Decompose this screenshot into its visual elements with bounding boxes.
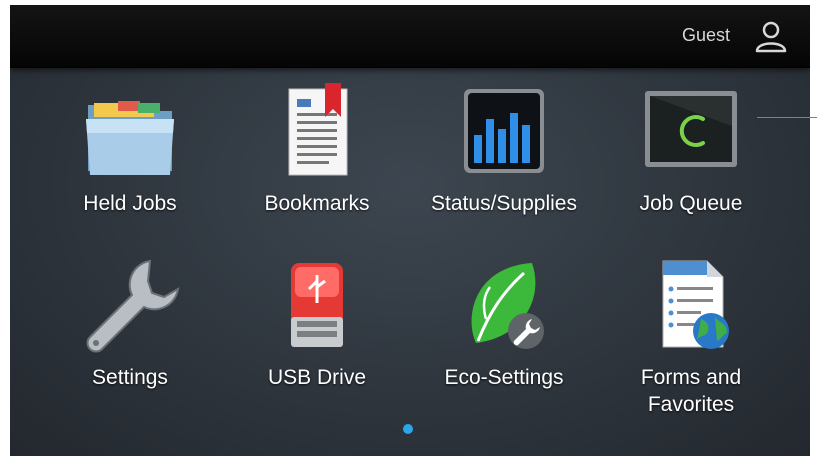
app-settings[interactable]: Settings [45,257,215,417]
app-label: Job Queue [639,192,743,215]
app-label: Held Jobs [83,192,177,215]
job-queue-monitor-icon [645,91,737,167]
callout-line [757,117,817,118]
app-job-queue[interactable]: Job Queue [606,83,776,243]
app-eco-settings[interactable]: Eco-Settings [419,257,589,417]
app-status-supplies[interactable]: Status/Supplies [419,83,589,243]
bookmark-document-icon [288,83,348,176]
user-icon[interactable] [754,19,788,53]
app-usb-drive[interactable]: USB Drive [232,257,402,417]
app-label-line-2: Favorites [647,393,735,416]
bar-chart-icon [464,89,544,173]
app-label: USB Drive [267,366,367,389]
app-label-line-1: Forms and [640,366,742,389]
app-bookmarks[interactable]: Bookmarks [232,83,402,243]
leaf-wrench-icon [471,263,544,349]
forms-globe-icon [662,260,729,349]
app-label: Status/Supplies [431,192,577,215]
app-forms-and-favorites[interactable]: Forms and Favorites [606,257,776,417]
app-label: Settings [92,366,168,389]
wrench-icon [86,259,180,353]
app-label: Bookmarks [264,192,370,215]
top-bar: Guest [10,5,810,68]
page-indicator-dot [403,424,413,434]
usb-drive-icon [291,263,343,347]
home-screen: Guest Held Jobs Bookmarks Status/Supplie… [10,5,810,456]
app-held-jobs[interactable]: Held Jobs [45,83,215,243]
app-label: Eco-Settings [444,366,564,389]
folder-icon [86,101,174,175]
user-label[interactable]: Guest [682,25,730,46]
